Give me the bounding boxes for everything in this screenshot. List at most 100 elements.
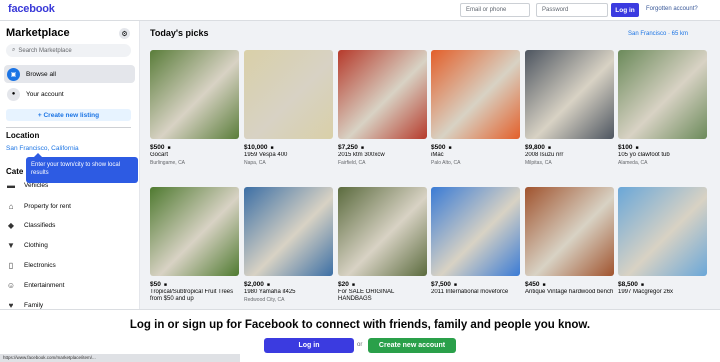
- tag-icon: ◆: [7, 220, 15, 230]
- listing-card[interactable]: $9,800 ■ 2008 Isuzu nrr Milpitas, CA: [525, 50, 614, 166]
- listing-card[interactable]: $2,000 ■ 1980 Yamaha it425 Redwood City, CA: [244, 187, 333, 303]
- listing-image[interactable]: [338, 50, 427, 139]
- listing-price: $50 ■: [150, 281, 239, 288]
- category-label: Property for rent: [24, 202, 71, 210]
- price-value: $7,500: [431, 281, 451, 288]
- tag-icon: ■: [351, 281, 355, 288]
- gear-icon[interactable]: ⚙: [119, 28, 130, 39]
- tag-icon: ■: [542, 281, 546, 288]
- login-button[interactable]: Log in: [611, 3, 639, 17]
- category-label: Entertainment: [24, 281, 65, 289]
- shop-icon: ▣: [7, 67, 20, 81]
- tag-icon: ■: [448, 144, 452, 151]
- listing-location: Redwood City, CA: [244, 297, 285, 303]
- banner-login-button[interactable]: Log in: [264, 338, 354, 353]
- category-clothing[interactable]: ▼ Clothing: [6, 238, 48, 252]
- listing-title: 2008 Isuzu nrr: [525, 152, 564, 158]
- price-value: $500: [150, 144, 165, 151]
- listing-title: 1959 Vespa 400: [244, 152, 288, 158]
- listing-image[interactable]: [618, 50, 707, 139]
- listing-price: $7,500 ■: [431, 281, 520, 288]
- person-icon: ●: [7, 87, 20, 101]
- listing-image[interactable]: [431, 50, 520, 139]
- location-link[interactable]: San Francisco, California: [6, 145, 79, 152]
- status-bar-url: https://www.facebook.com/marketplace/ite…: [0, 354, 240, 362]
- tag-icon: ■: [167, 144, 171, 151]
- search-icon: ⌕: [12, 47, 16, 53]
- listing-image[interactable]: [244, 187, 333, 276]
- price-value: $100: [618, 144, 633, 151]
- tag-icon: ■: [453, 281, 457, 288]
- listing-title: 2015 ktm 300xcw: [338, 152, 385, 158]
- listing-card[interactable]: $100 ■ 105 yo clawfoot tub Alameda, CA: [618, 50, 707, 166]
- sidebar: Marketplace ⚙ ⌕ Search Marketplace ▣ Bro…: [0, 21, 140, 341]
- listing-card[interactable]: $7,250 ■ 2015 ktm 300xcw Fairfield, CA: [338, 50, 427, 166]
- divider: [6, 127, 131, 128]
- listing-image[interactable]: [618, 187, 707, 276]
- listing-price: $8,500 ■: [618, 281, 707, 288]
- listing-image[interactable]: [150, 50, 239, 139]
- location-filter[interactable]: San Francisco · 65 km: [628, 31, 688, 37]
- tag-icon: ■: [360, 144, 364, 151]
- search-placeholder: Search Marketplace: [18, 47, 72, 54]
- create-listing-button[interactable]: + Create new listing: [6, 109, 131, 121]
- phone-icon: ▯: [8, 260, 14, 270]
- facebook-logo[interactable]: facebook: [8, 3, 55, 15]
- listing-price: $2,000 ■: [244, 281, 333, 288]
- listing-image[interactable]: [431, 187, 520, 276]
- price-value: $50: [150, 281, 161, 288]
- category-property-for-rent[interactable]: ⌂ Property for rent: [6, 199, 71, 213]
- listing-title: Tropical/Subtropical Fruit Trees from $5…: [150, 289, 234, 302]
- listing-price: $10,000 ■: [244, 144, 333, 151]
- listing-card[interactable]: $8,500 ■ 1997 Macgregor 26x: [618, 187, 707, 297]
- price-value: $10,000: [244, 144, 268, 151]
- listing-image[interactable]: [525, 50, 614, 139]
- price-value: $450: [525, 281, 540, 288]
- listing-card[interactable]: $50 ■ Tropical/Subtropical Fruit Trees fro…: [150, 187, 239, 304]
- listing-location: Fairfield, CA: [338, 160, 366, 166]
- listing-title: 1980 Yamaha it425: [244, 289, 296, 295]
- listing-title: Gocart: [150, 152, 169, 158]
- location-tooltip: Enter your town/city to show local resul…: [26, 153, 138, 183]
- tag-icon: ■: [547, 144, 551, 151]
- listing-price: $20 ■: [338, 281, 427, 288]
- listing-card[interactable]: $500 ■ Gocart Burlingame, CA: [150, 50, 239, 166]
- listing-image[interactable]: [338, 187, 427, 276]
- or-label: or: [357, 342, 363, 348]
- listing-title: 105 yo clawfoot tub: [618, 152, 670, 158]
- listing-price: $100 ■: [618, 144, 707, 151]
- create-account-button[interactable]: Create new account: [368, 338, 456, 353]
- password-field[interactable]: Password: [536, 3, 608, 17]
- sidebar-item-your-account[interactable]: ● Your account: [4, 85, 135, 103]
- sidebar-item-browse-all[interactable]: ▣ Browse all: [4, 65, 135, 83]
- car-icon: ▬: [7, 180, 15, 190]
- location-heading: Location: [6, 131, 40, 140]
- listing-location: Alameda, CA: [618, 160, 648, 166]
- listing-title: 2011 International moveforce: [431, 289, 509, 295]
- listing-location: Napa, CA: [244, 160, 266, 166]
- listing-image[interactable]: [525, 187, 614, 276]
- listing-image[interactable]: [244, 50, 333, 139]
- tag-icon: ■: [266, 281, 270, 288]
- listing-location: Palo Alto, CA: [431, 160, 461, 166]
- search-input[interactable]: ⌕ Search Marketplace: [6, 44, 131, 57]
- price-value: $20: [338, 281, 349, 288]
- forgot-account-link[interactable]: Forgotten account?: [646, 6, 698, 12]
- listing-title: For SALE ORIGINAL HANDBAGS: [338, 289, 395, 302]
- listing-title: Antique Vintage hardwood bench: [525, 289, 614, 295]
- listing-card[interactable]: $10,000 ■ 1959 Vespa 400 Napa, CA: [244, 50, 333, 166]
- listing-location: Milpitas, CA: [525, 160, 552, 166]
- listing-title: iMac: [431, 152, 444, 158]
- listing-card[interactable]: $500 ■ iMac Palo Alto, CA: [431, 50, 520, 166]
- listing-image[interactable]: [150, 187, 239, 276]
- listing-card[interactable]: $20 ■ For SALE ORIGINAL HANDBAGS: [338, 187, 427, 304]
- category-entertainment[interactable]: ☺ Entertainment: [6, 278, 65, 292]
- email-field[interactable]: Email or phone: [460, 3, 530, 17]
- listing-card[interactable]: $7,500 ■ 2011 International moveforce: [431, 187, 520, 297]
- listing-card[interactable]: $450 ■ Antique Vintage hardwood bench: [525, 187, 614, 297]
- category-label: Family: [24, 301, 44, 309]
- tag-icon: ■: [640, 281, 644, 288]
- category-classifieds[interactable]: ◆ Classifieds: [6, 218, 56, 232]
- listing-price: $500 ■: [150, 144, 239, 151]
- category-electronics[interactable]: ▯ Electronics: [6, 258, 56, 272]
